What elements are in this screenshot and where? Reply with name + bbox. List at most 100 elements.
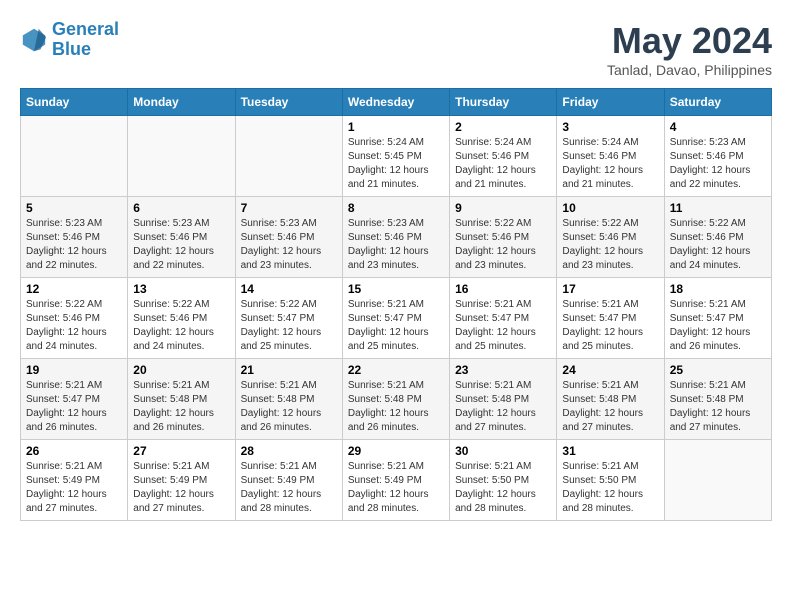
calendar-week-row: 19 Sunrise: 5:21 AM Sunset: 5:47 PM Dayli… <box>21 359 772 440</box>
title-block: May 2024 Tanlad, Davao, Philippines <box>607 20 772 78</box>
day-info: Sunrise: 5:23 AM Sunset: 5:46 PM Dayligh… <box>133 217 229 273</box>
day-info: Sunrise: 5:21 AM Sunset: 5:47 PM Dayligh… <box>455 298 551 354</box>
table-row: 12Sunrise: 5:22 AM Sunset: 5:46 PM Dayli… <box>21 278 128 359</box>
table-row: 16 Sunrise: 5:21 AM Sunset: 5:47 PM Dayli… <box>450 278 557 359</box>
logo-line2: Blue <box>52 39 91 59</box>
table-row: 14 Sunrise: 5:22 AM Sunset: 5:47 PM Dayli… <box>235 278 342 359</box>
day-info: Sunrise: 5:22 AM Sunset: 5:46 PM Dayligh… <box>133 298 229 354</box>
day-number: 17 <box>562 282 658 296</box>
day-info: Sunrise: 5:22 AM Sunset: 5:46 PM Dayligh… <box>26 298 122 354</box>
calendar-week-row: 5 Sunrise: 5:23 AM Sunset: 5:46 PM Daylig… <box>21 197 772 278</box>
day-number: 8 <box>348 201 444 215</box>
day-info: Sunrise: 5:21 AM Sunset: 5:48 PM Dayligh… <box>670 379 766 435</box>
logo-text: General Blue <box>52 20 119 60</box>
day-number: 22 <box>348 363 444 377</box>
table-row: 2Sunrise: 5:24 AM Sunset: 5:46 PM Daylig… <box>450 116 557 197</box>
day-info: Sunrise: 5:21 AM Sunset: 5:50 PM Dayligh… <box>455 460 551 516</box>
table-row <box>235 116 342 197</box>
table-row: 19 Sunrise: 5:21 AM Sunset: 5:47 PM Dayli… <box>21 359 128 440</box>
table-row: 11Sunrise: 5:22 AM Sunset: 5:46 PM Dayli… <box>664 197 771 278</box>
day-info: Sunrise: 5:23 AM Sunset: 5:46 PM Dayligh… <box>670 136 766 192</box>
col-tuesday: Tuesday <box>235 89 342 116</box>
day-number: 1 <box>348 120 444 134</box>
day-number: 24 <box>562 363 658 377</box>
col-friday: Friday <box>557 89 664 116</box>
logo-icon <box>20 26 48 54</box>
table-row <box>128 116 235 197</box>
day-number: 16 <box>455 282 551 296</box>
day-number: 15 <box>348 282 444 296</box>
table-row: 26Sunrise: 5:21 AM Sunset: 5:49 PM Dayli… <box>21 440 128 521</box>
day-info: Sunrise: 5:21 AM Sunset: 5:48 PM Dayligh… <box>133 379 229 435</box>
table-row <box>21 116 128 197</box>
table-row: 3Sunrise: 5:24 AM Sunset: 5:46 PM Daylig… <box>557 116 664 197</box>
table-row: 4 Sunrise: 5:23 AM Sunset: 5:46 PM Daylig… <box>664 116 771 197</box>
table-row: 20 Sunrise: 5:21 AM Sunset: 5:48 PM Dayli… <box>128 359 235 440</box>
day-info: Sunrise: 5:21 AM Sunset: 5:48 PM Dayligh… <box>241 379 337 435</box>
table-row: 22 Sunrise: 5:21 AM Sunset: 5:48 PM Dayli… <box>342 359 449 440</box>
table-row: 21 Sunrise: 5:21 AM Sunset: 5:48 PM Dayli… <box>235 359 342 440</box>
table-row: 24 Sunrise: 5:21 AM Sunset: 5:48 PM Dayli… <box>557 359 664 440</box>
col-monday: Monday <box>128 89 235 116</box>
day-info: Sunrise: 5:21 AM Sunset: 5:48 PM Dayligh… <box>562 379 658 435</box>
day-info: Sunrise: 5:22 AM Sunset: 5:46 PM Dayligh… <box>562 217 658 273</box>
day-number: 14 <box>241 282 337 296</box>
table-row: 7 Sunrise: 5:23 AM Sunset: 5:46 PM Daylig… <box>235 197 342 278</box>
table-row: 15 Sunrise: 5:21 AM Sunset: 5:47 PM Dayli… <box>342 278 449 359</box>
logo: General Blue <box>20 20 119 60</box>
day-number: 29 <box>348 444 444 458</box>
day-info: Sunrise: 5:21 AM Sunset: 5:50 PM Dayligh… <box>562 460 658 516</box>
table-row: 18 Sunrise: 5:21 AM Sunset: 5:47 PM Dayli… <box>664 278 771 359</box>
table-row: 30 Sunrise: 5:21 AM Sunset: 5:50 PM Dayli… <box>450 440 557 521</box>
day-info: Sunrise: 5:21 AM Sunset: 5:48 PM Dayligh… <box>455 379 551 435</box>
calendar-week-row: 12Sunrise: 5:22 AM Sunset: 5:46 PM Dayli… <box>21 278 772 359</box>
table-row: 5 Sunrise: 5:23 AM Sunset: 5:46 PM Daylig… <box>21 197 128 278</box>
table-row: 17 Sunrise: 5:21 AM Sunset: 5:47 PM Dayli… <box>557 278 664 359</box>
table-row: 31 Sunrise: 5:21 AM Sunset: 5:50 PM Dayli… <box>557 440 664 521</box>
day-number: 4 <box>670 120 766 134</box>
day-number: 20 <box>133 363 229 377</box>
calendar-week-row: 26Sunrise: 5:21 AM Sunset: 5:49 PM Dayli… <box>21 440 772 521</box>
table-row: 13Sunrise: 5:22 AM Sunset: 5:46 PM Dayli… <box>128 278 235 359</box>
day-number: 5 <box>26 201 122 215</box>
day-number: 25 <box>670 363 766 377</box>
calendar-week-row: 1 Sunrise: 5:24 AM Sunset: 5:45 PM Daylig… <box>21 116 772 197</box>
day-number: 18 <box>670 282 766 296</box>
day-info: Sunrise: 5:22 AM Sunset: 5:47 PM Dayligh… <box>241 298 337 354</box>
col-saturday: Saturday <box>664 89 771 116</box>
day-number: 23 <box>455 363 551 377</box>
day-info: Sunrise: 5:21 AM Sunset: 5:49 PM Dayligh… <box>241 460 337 516</box>
day-number: 31 <box>562 444 658 458</box>
day-number: 21 <box>241 363 337 377</box>
day-info: Sunrise: 5:23 AM Sunset: 5:46 PM Dayligh… <box>26 217 122 273</box>
day-number: 19 <box>26 363 122 377</box>
day-info: Sunrise: 5:21 AM Sunset: 5:47 PM Dayligh… <box>348 298 444 354</box>
table-row: 1 Sunrise: 5:24 AM Sunset: 5:45 PM Daylig… <box>342 116 449 197</box>
day-number: 9 <box>455 201 551 215</box>
table-row: 28Sunrise: 5:21 AM Sunset: 5:49 PM Dayli… <box>235 440 342 521</box>
location-subtitle: Tanlad, Davao, Philippines <box>607 62 772 78</box>
table-row: 27Sunrise: 5:21 AM Sunset: 5:49 PM Dayli… <box>128 440 235 521</box>
day-info: Sunrise: 5:22 AM Sunset: 5:46 PM Dayligh… <box>455 217 551 273</box>
day-number: 7 <box>241 201 337 215</box>
col-thursday: Thursday <box>450 89 557 116</box>
day-info: Sunrise: 5:24 AM Sunset: 5:45 PM Dayligh… <box>348 136 444 192</box>
page-header: General Blue May 2024 Tanlad, Davao, Phi… <box>20 20 772 78</box>
table-row: 9 Sunrise: 5:22 AM Sunset: 5:46 PM Daylig… <box>450 197 557 278</box>
day-info: Sunrise: 5:23 AM Sunset: 5:46 PM Dayligh… <box>348 217 444 273</box>
day-info: Sunrise: 5:21 AM Sunset: 5:49 PM Dayligh… <box>348 460 444 516</box>
day-info: Sunrise: 5:21 AM Sunset: 5:47 PM Dayligh… <box>26 379 122 435</box>
day-number: 11 <box>670 201 766 215</box>
day-info: Sunrise: 5:21 AM Sunset: 5:47 PM Dayligh… <box>562 298 658 354</box>
day-info: Sunrise: 5:23 AM Sunset: 5:46 PM Dayligh… <box>241 217 337 273</box>
day-info: Sunrise: 5:21 AM Sunset: 5:48 PM Dayligh… <box>348 379 444 435</box>
day-info: Sunrise: 5:24 AM Sunset: 5:46 PM Dayligh… <box>455 136 551 192</box>
day-number: 10 <box>562 201 658 215</box>
logo-line1: General <box>52 19 119 39</box>
calendar-body: 1 Sunrise: 5:24 AM Sunset: 5:45 PM Daylig… <box>21 116 772 521</box>
day-number: 30 <box>455 444 551 458</box>
table-row: 8 Sunrise: 5:23 AM Sunset: 5:46 PM Daylig… <box>342 197 449 278</box>
day-number: 3 <box>562 120 658 134</box>
table-row: 29 Sunrise: 5:21 AM Sunset: 5:49 PM Dayli… <box>342 440 449 521</box>
day-info: Sunrise: 5:21 AM Sunset: 5:47 PM Dayligh… <box>670 298 766 354</box>
